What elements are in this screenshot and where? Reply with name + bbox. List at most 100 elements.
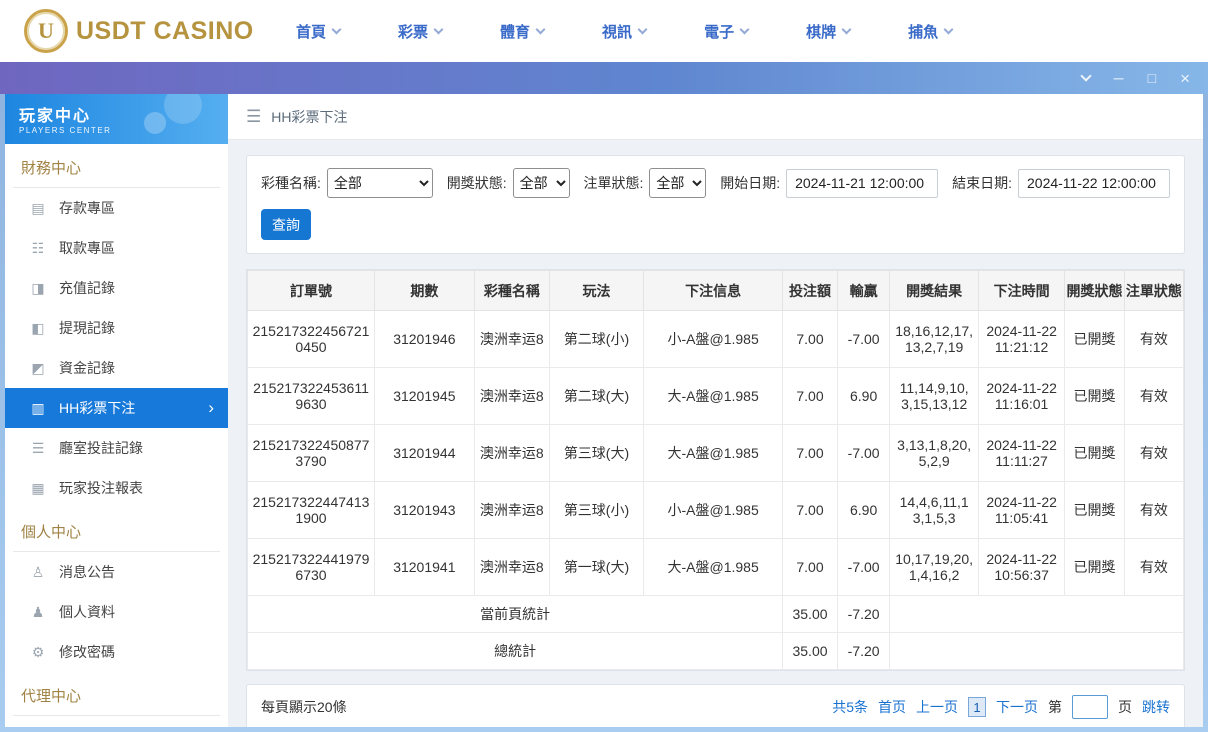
section-finance-center: 財務中心 [13, 144, 220, 188]
lottery-bets-icon: ▥ [31, 399, 45, 416]
cell-win-loss: 6.90 [836, 367, 891, 425]
sidebar-item-hh-lottery-bets[interactable]: ▥ HH彩票下注 › [5, 388, 228, 428]
column-header-result: 開獎結果 [889, 270, 979, 311]
current-page-indicator[interactable]: 1 [968, 697, 986, 717]
column-header-bet-time: 下注時間 [977, 270, 1066, 311]
prev-page-link[interactable]: 上一页 [916, 697, 958, 717]
sidebar-item-cashout-record[interactable]: ◧ 提現記錄 [5, 308, 228, 348]
cell-play: 第二球(小) [548, 310, 645, 368]
sidebar-item-change-password[interactable]: ⚙ 修改密碼 [5, 632, 228, 672]
room-bet-record-icon: ☰ [31, 439, 45, 456]
page-title: HH彩票下注 [271, 108, 348, 125]
sidebar-subtitle: PLAYERS CENTER [19, 126, 112, 135]
sidebar-item-label: 存款專區 [59, 200, 115, 216]
pagination-controls: 共5条 首页 上一页 1 下一页 第 页 跳转 [832, 695, 1170, 719]
column-header-order-status: 注單狀態 [1123, 270, 1185, 311]
summary-bet-amount: 35.00 [782, 632, 838, 670]
cell-bet-time: 2024-11-22 11:21:12 [977, 310, 1066, 368]
column-header-order: 訂單號 [247, 270, 375, 311]
chevron-down-icon [841, 24, 852, 34]
top-nav: U USDT CASINO 首頁 彩票 體育 視訊 電子 棋牌 捕魚 [0, 0, 1208, 62]
chevron-down-icon [331, 24, 342, 34]
withdraw-icon: ☷ [31, 239, 45, 256]
start-date-input[interactable] [786, 168, 939, 198]
main-menu: 首頁 彩票 體育 視訊 電子 棋牌 捕魚 [296, 21, 954, 42]
logo[interactable]: U USDT CASINO [24, 9, 260, 53]
logo-text: USDT CASINO [76, 16, 254, 45]
lottery-name-label: 彩種名稱: [261, 175, 321, 191]
chevron-down-icon[interactable] [1080, 70, 1092, 82]
nav-item-video[interactable]: 視訊 [602, 21, 648, 42]
next-page-link[interactable]: 下一页 [996, 697, 1038, 717]
sidebar-item-label: 玩家投注報表 [59, 480, 143, 496]
cell-bet-info: 大-A盤@1.985 [643, 538, 784, 596]
page-number-input[interactable] [1072, 695, 1108, 719]
sidebar-item-funds-record[interactable]: ◩ 資金記錄 [5, 348, 228, 388]
nav-label: 體育 [500, 23, 531, 41]
sidebar-item-label: 修改密碼 [59, 644, 115, 660]
nav-label: 電子 [704, 23, 735, 41]
sidebar-item-label: 資金記錄 [59, 360, 115, 376]
jump-button[interactable]: 跳转 [1142, 697, 1170, 717]
maximize-icon[interactable]: □ [1148, 71, 1156, 85]
search-button[interactable]: 查詢 [261, 209, 311, 240]
nav-item-home[interactable]: 首頁 [296, 21, 342, 42]
sidebar-item-recharge-record[interactable]: ◨ 充值記錄 [5, 268, 228, 308]
sidebar-item-profile[interactable]: ♟ 個人資料 [5, 592, 228, 632]
chevron-right-icon: › [208, 398, 214, 417]
nav-item-cards[interactable]: 棋牌 [806, 21, 852, 42]
cell-order: 2152173224474131900 [247, 481, 375, 539]
cell-result: 11,14,9,10,3,15,13,12 [889, 367, 979, 425]
end-date-input[interactable] [1018, 168, 1170, 198]
chevron-down-icon [943, 24, 954, 34]
lottery-name-select[interactable]: 全部 [326, 168, 433, 198]
sidebar-item-deposit[interactable]: ▤ 存款專區 [5, 188, 228, 228]
profile-icon: ♟ [31, 603, 45, 620]
cell-lottery: 澳洲幸运8 [473, 424, 550, 482]
cell-bet-amount: 7.00 [782, 538, 838, 596]
start-date-label: 開始日期: [720, 175, 781, 191]
chevron-down-icon [433, 24, 444, 34]
filter-panel: 彩種名稱: 全部 開獎狀態: 全部 注單狀態: 全部 開始日期: 結束日期: [246, 155, 1185, 254]
nav-item-sports[interactable]: 體育 [500, 21, 546, 42]
cell-order: 2152173224419796730 [247, 538, 375, 596]
sidebar-item-label: 充值記錄 [59, 280, 115, 296]
cell-bet-info: 大-A盤@1.985 [643, 424, 784, 482]
summary-win-loss: -7.20 [836, 632, 891, 670]
cell-order-status: 有效 [1123, 367, 1185, 425]
sidebar-item-room-bet-record[interactable]: ☰ 廳室投註記錄 [5, 428, 228, 468]
breadcrumb: ☰ HH彩票下注 [228, 94, 1203, 140]
cell-win-loss: -7.00 [836, 424, 891, 482]
cell-lottery: 澳洲幸运8 [473, 310, 550, 368]
order-status-select[interactable]: 全部 [649, 168, 707, 198]
section-personal-center: 個人中心 [13, 508, 220, 552]
cell-order-status: 有效 [1123, 481, 1185, 539]
cell-order-status: 有效 [1123, 538, 1185, 596]
close-icon[interactable]: × [1180, 70, 1190, 87]
nav-item-fishing[interactable]: 捕魚 [908, 21, 954, 42]
cell-result: 10,17,19,20,1,4,16,2 [889, 538, 979, 596]
cell-play: 第三球(大) [548, 424, 645, 482]
sidebar-item-label: 個人資料 [59, 604, 115, 620]
sidebar-item-player-bet-report[interactable]: ▦ 玩家投注報表 [5, 468, 228, 508]
first-page-link[interactable]: 首页 [878, 697, 906, 717]
summary-row-current-page: 當前頁統計 35.00 -7.20 [246, 595, 1184, 633]
column-header-play: 玩法 [548, 270, 645, 311]
draw-status-select[interactable]: 全部 [512, 168, 570, 198]
nav-item-lottery[interactable]: 彩票 [398, 21, 444, 42]
funds-record-icon: ◩ [31, 359, 45, 376]
summary-row-total: 總統計 35.00 -7.20 [246, 632, 1184, 670]
cell-bet-info: 小-A盤@1.985 [643, 481, 784, 539]
sidebar-item-announcements[interactable]: ♙ 消息公告 [5, 552, 228, 592]
hamburger-menu-icon[interactable]: ☰ [246, 107, 261, 127]
chevron-down-icon [535, 24, 546, 34]
page-size-text: 每頁顯示20條 [261, 699, 347, 715]
jump-prefix-label: 第 [1048, 699, 1062, 715]
sidebar-item-withdraw[interactable]: ☷ 取款專區 [5, 228, 228, 268]
minimize-icon[interactable]: ─ [1114, 71, 1124, 85]
nav-item-slots[interactable]: 電子 [704, 21, 750, 42]
end-date-label: 結束日期: [952, 175, 1012, 191]
cell-order: 2152173224567210450 [247, 310, 375, 368]
cell-win-loss: -7.00 [836, 538, 891, 596]
table-header-row: 訂單號 期數 彩種名稱 玩法 下注信息 投注額 輸贏 開獎結果 下注時間 開獎狀… [247, 270, 1185, 311]
